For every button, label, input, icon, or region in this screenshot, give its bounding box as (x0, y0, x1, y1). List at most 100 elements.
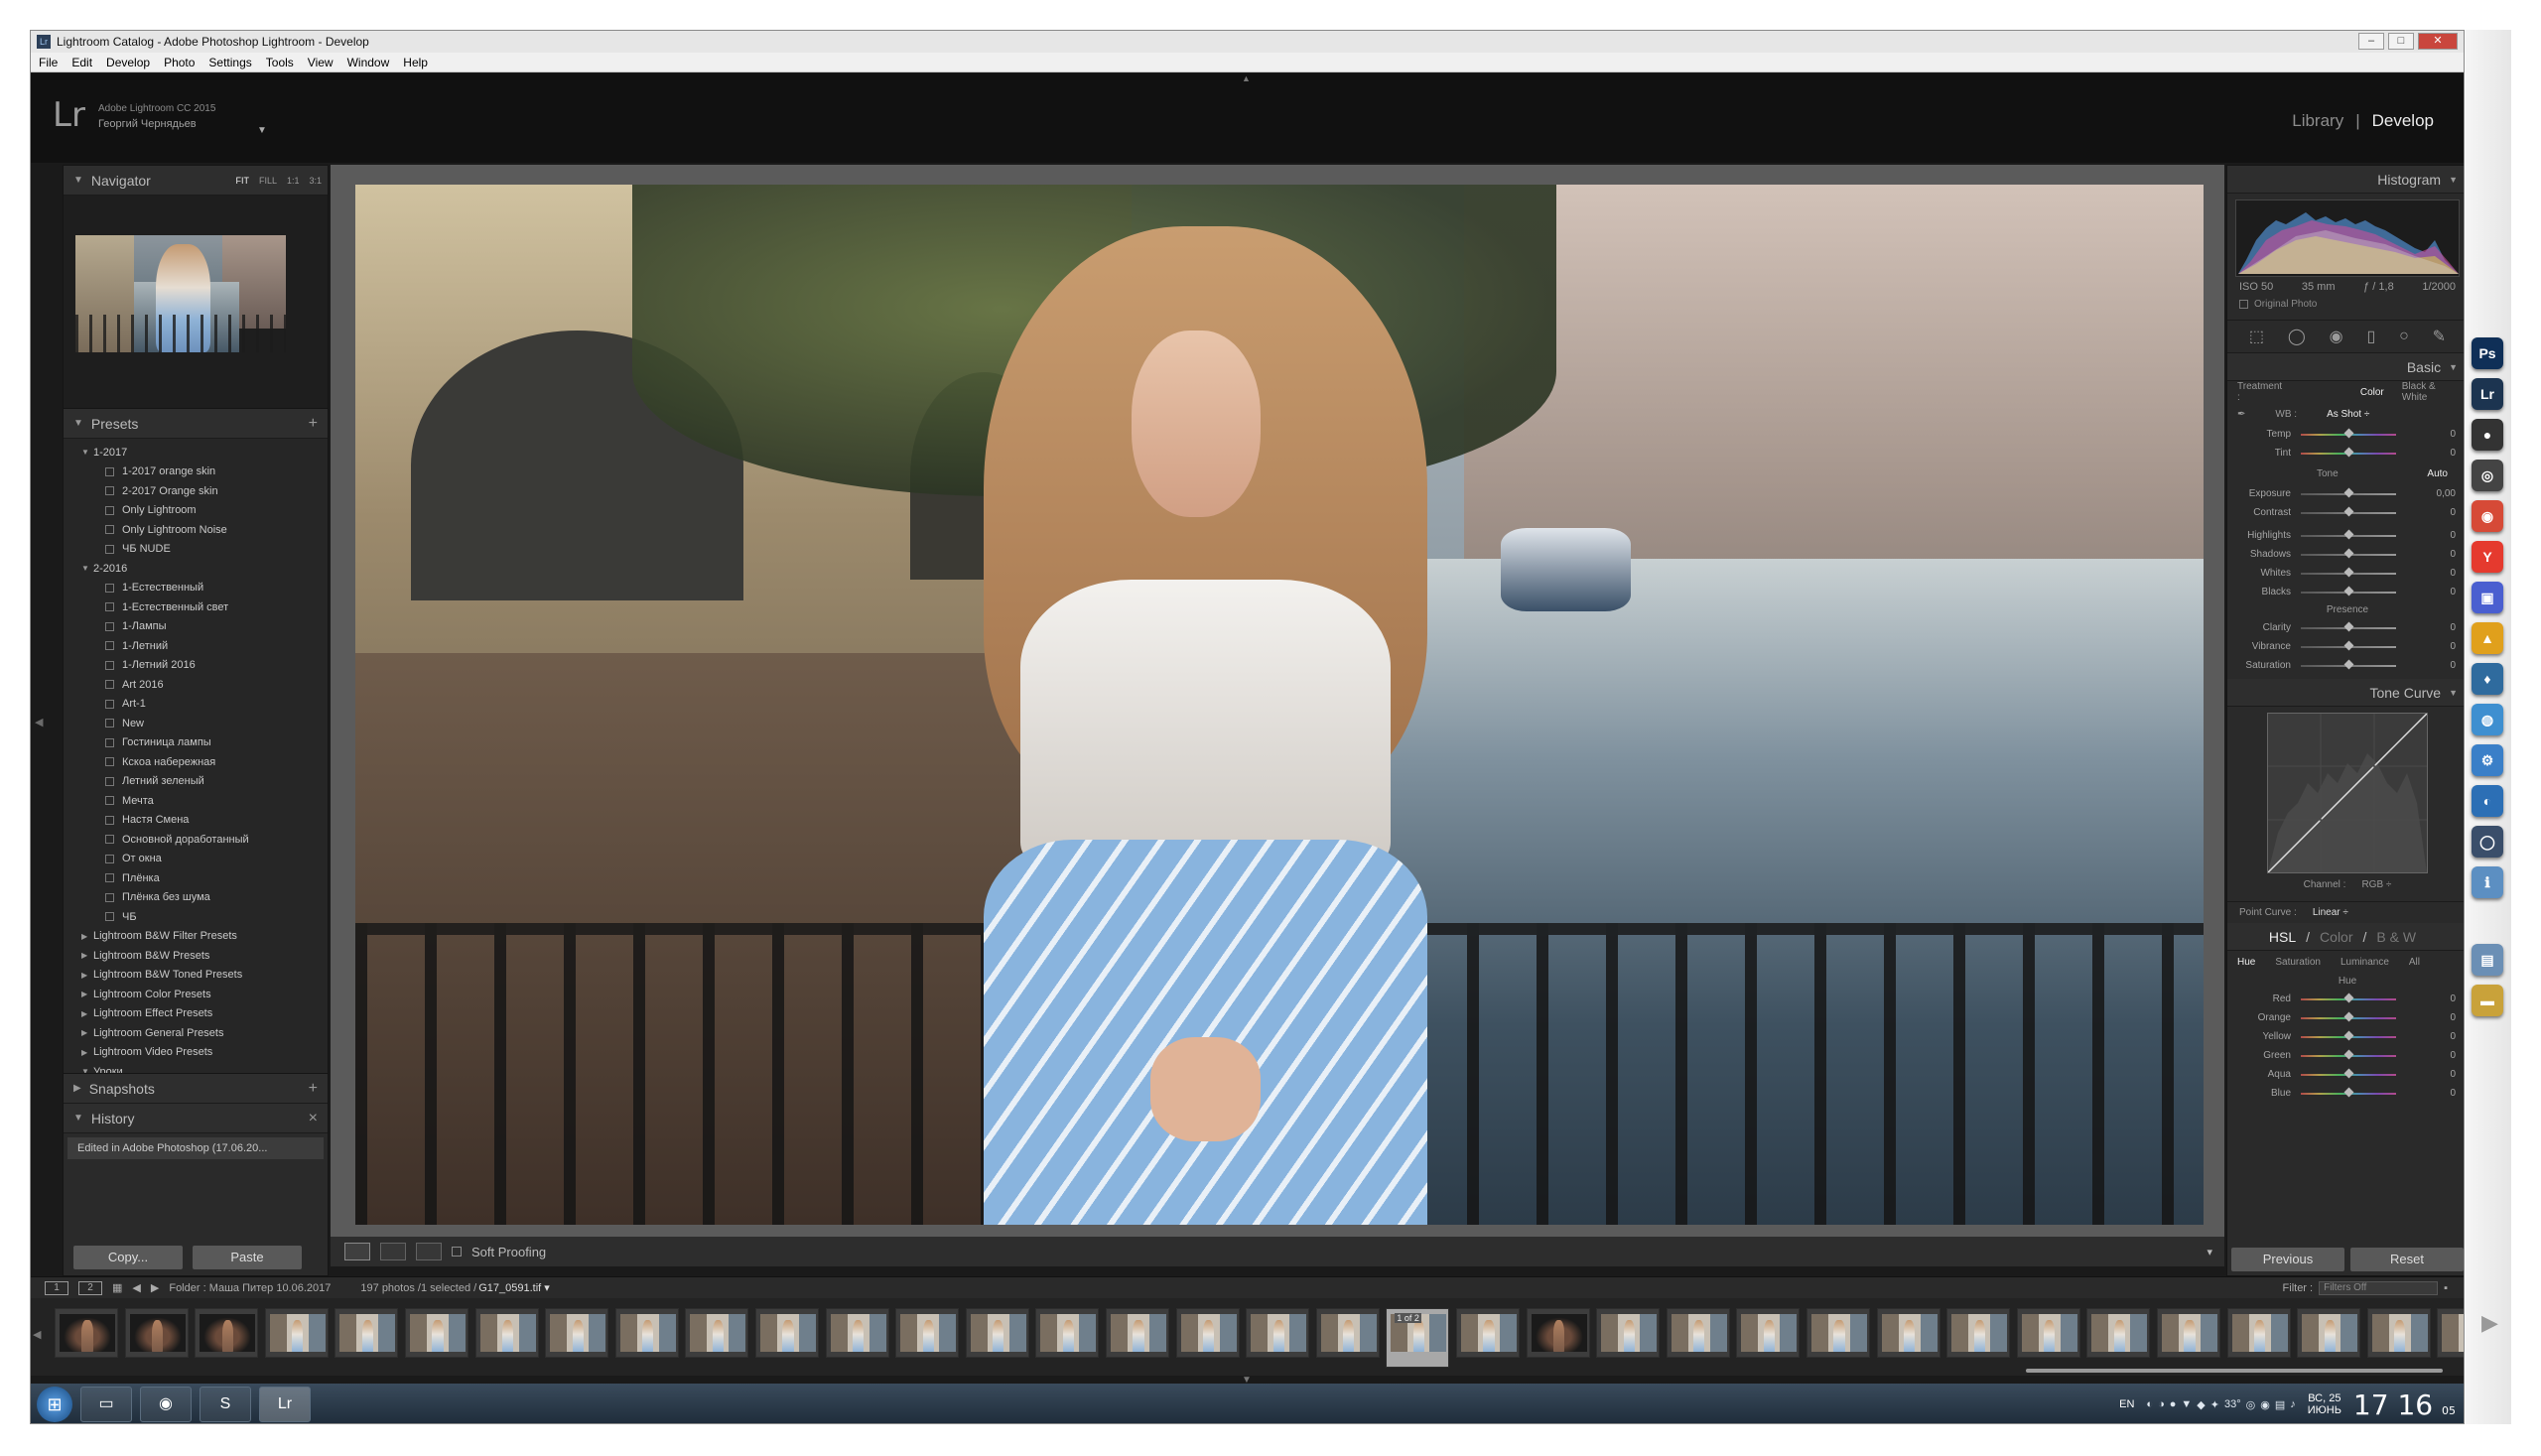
slider-value[interactable]: 0 (2450, 568, 2456, 579)
slider-exposure[interactable]: Exposure 0,00 (2227, 484, 2464, 503)
slider-value[interactable]: 0 (2450, 549, 2456, 560)
filmstrip-thumb[interactable] (1946, 1308, 2011, 1358)
zoom-1-1[interactable]: 1:1 (287, 176, 300, 186)
slider-red[interactable]: Red 0 (2227, 990, 2464, 1008)
folder-collapsed-icon[interactable]: ▶ (81, 932, 93, 941)
original-photo-toggle[interactable]: Original Photo (2227, 297, 2464, 312)
filmstrip-thumb[interactable] (1736, 1308, 1801, 1358)
snapshots-header[interactable]: ▶ Snapshots + (64, 1074, 328, 1104)
radial-filter-icon[interactable]: ○ (2399, 328, 2409, 345)
slider-thumb[interactable] (2343, 993, 2354, 1002)
point-curve-select[interactable]: Linear ÷ (2313, 907, 2348, 918)
slider-saturation[interactable]: Saturation 0 (2227, 656, 2464, 675)
eyedropper-icon[interactable]: ✒ (2237, 409, 2245, 420)
module-develop[interactable]: Develop (2372, 111, 2434, 131)
preset-item[interactable]: Плёнка (64, 868, 328, 888)
menu-window[interactable]: Window (347, 56, 390, 69)
slider-track[interactable] (2301, 621, 2396, 631)
media-play-icon[interactable]: ▶ (2481, 1310, 2505, 1336)
slider-track[interactable] (2301, 1087, 2396, 1097)
auto-tone-button[interactable]: Auto (2427, 468, 2448, 479)
subtab-saturation[interactable]: Saturation (2275, 957, 2321, 968)
slider-value[interactable]: 0 (2450, 448, 2456, 459)
treatment-bw[interactable]: Black & White (2402, 381, 2458, 403)
add-snapshot-icon[interactable]: + (309, 1080, 318, 1098)
preset-item[interactable]: 1-Летний 2016 (64, 656, 328, 676)
dock-globe-icon[interactable]: ◍ (2472, 704, 2503, 735)
slider-track[interactable] (2301, 1049, 2396, 1059)
tab-bw[interactable]: B & W (2376, 929, 2416, 945)
dock-info-icon[interactable]: ℹ (2472, 866, 2503, 898)
slider-value[interactable]: 0 (2450, 993, 2456, 1004)
dock-save-icon[interactable]: ▣ (2472, 582, 2503, 613)
filter-select[interactable]: Filters Off (2319, 1280, 2439, 1295)
navigator-preview[interactable] (64, 196, 328, 409)
menu-edit[interactable]: Edit (71, 56, 92, 69)
history-entry[interactable]: Edited in Adobe Photoshop (17.06.20... (67, 1137, 324, 1159)
preset-item[interactable]: Летний зеленый (64, 772, 328, 792)
clock[interactable]: 17 16 05 (2353, 1389, 2456, 1421)
history-header[interactable]: ▼ History × (64, 1104, 328, 1133)
folder-collapsed-icon[interactable]: ▶ (81, 1048, 93, 1057)
filmstrip-thumb[interactable] (1246, 1308, 1310, 1358)
tab-color[interactable]: Color (2320, 929, 2352, 945)
filmstrip-thumb[interactable] (2086, 1308, 2151, 1358)
tray-app-icon[interactable]: ◐ (2146, 1398, 2153, 1411)
filmstrip-thumb[interactable] (685, 1308, 749, 1358)
preset-folder[interactable]: ▶ Lightroom B&W Toned Presets (64, 966, 328, 986)
top-panel-toggle-icon[interactable]: ▲ (1242, 73, 1251, 83)
dock-lightroom-icon[interactable]: Lr (2472, 378, 2503, 410)
preset-item[interactable]: 2-2017 Orange skin (64, 481, 328, 501)
histogram-header[interactable]: Histogram ▼ (2227, 166, 2464, 194)
slider-thumb[interactable] (2343, 506, 2354, 516)
preset-item[interactable]: ЧБ (64, 907, 328, 927)
presets-header[interactable]: ▼ Presets + (64, 409, 328, 439)
tray-app-icon[interactable]: ✦ (2210, 1398, 2219, 1411)
filmstrip-thumb[interactable] (1806, 1308, 1870, 1358)
previous-button[interactable]: Previous (2231, 1248, 2344, 1271)
red-eye-icon[interactable]: ◉ (2330, 327, 2343, 346)
filmstrip-thumb[interactable] (2366, 1308, 2431, 1358)
slider-value[interactable]: 0 (2450, 622, 2456, 633)
slider-thumb[interactable] (2343, 487, 2354, 497)
slider-blacks[interactable]: Blacks 0 (2227, 583, 2464, 601)
tray-app-icon[interactable]: ▼ (2181, 1398, 2192, 1411)
slider-track[interactable] (2301, 586, 2396, 596)
identity-dropdown-icon[interactable]: ▼ (257, 125, 267, 136)
before-after-icon[interactable] (416, 1243, 442, 1260)
taskbar-explorer-icon[interactable]: ▭ (80, 1387, 132, 1422)
slider-value[interactable]: 0 (2450, 1031, 2456, 1042)
filmstrip-thumb[interactable] (1666, 1308, 1730, 1358)
network-icon[interactable]: ▤ (2275, 1398, 2285, 1411)
menu-tools[interactable]: Tools (266, 56, 294, 69)
filmstrip-thumb[interactable] (1106, 1308, 1169, 1358)
dock-disk-icon[interactable]: ▤ (2472, 944, 2503, 976)
preset-item[interactable]: 1-Лампы (64, 617, 328, 637)
slider-clarity[interactable]: Clarity 0 (2227, 618, 2464, 637)
hsl-header[interactable]: HSL / Color / B & W (2227, 923, 2464, 951)
slider-yellow[interactable]: Yellow 0 (2227, 1027, 2464, 1046)
folder-expanded-icon[interactable]: ▼ (81, 448, 93, 457)
slider-value[interactable]: 0 (2450, 530, 2456, 541)
monitor-1-button[interactable]: 1 (45, 1280, 68, 1295)
slider-thumb[interactable] (2343, 529, 2354, 539)
original-photo-checkbox[interactable] (2239, 300, 2248, 309)
filmstrip-thumb[interactable] (405, 1308, 468, 1358)
selected-filename[interactable]: G17_0591.tif ▾ (478, 1281, 550, 1294)
preset-item[interactable]: 1-Естественный свет (64, 597, 328, 617)
preset-item[interactable]: Art-1 (64, 695, 328, 715)
dock-chrome-icon[interactable]: ◉ (2472, 500, 2503, 532)
slider-track[interactable] (2301, 1068, 2396, 1078)
preset-item[interactable]: Only Lightroom (64, 501, 328, 521)
dock-earth-icon[interactable]: ◯ (2472, 826, 2503, 858)
preset-folder[interactable]: ▶ Lightroom B&W Filter Presets (64, 927, 328, 947)
slider-orange[interactable]: Orange 0 (2227, 1008, 2464, 1027)
subtab-luminance[interactable]: Luminance (2340, 957, 2389, 968)
filmstrip-thumb[interactable] (1315, 1308, 1380, 1358)
slider-value[interactable]: 0 (2450, 1050, 2456, 1061)
filmstrip-thumb[interactable] (474, 1308, 539, 1358)
preset-item[interactable]: 1-Естественный (64, 579, 328, 598)
tone-curve-header[interactable]: Tone Curve ▼ (2227, 679, 2464, 707)
slider-aqua[interactable]: Aqua 0 (2227, 1065, 2464, 1084)
filmstrip-thumb[interactable] (545, 1308, 609, 1358)
